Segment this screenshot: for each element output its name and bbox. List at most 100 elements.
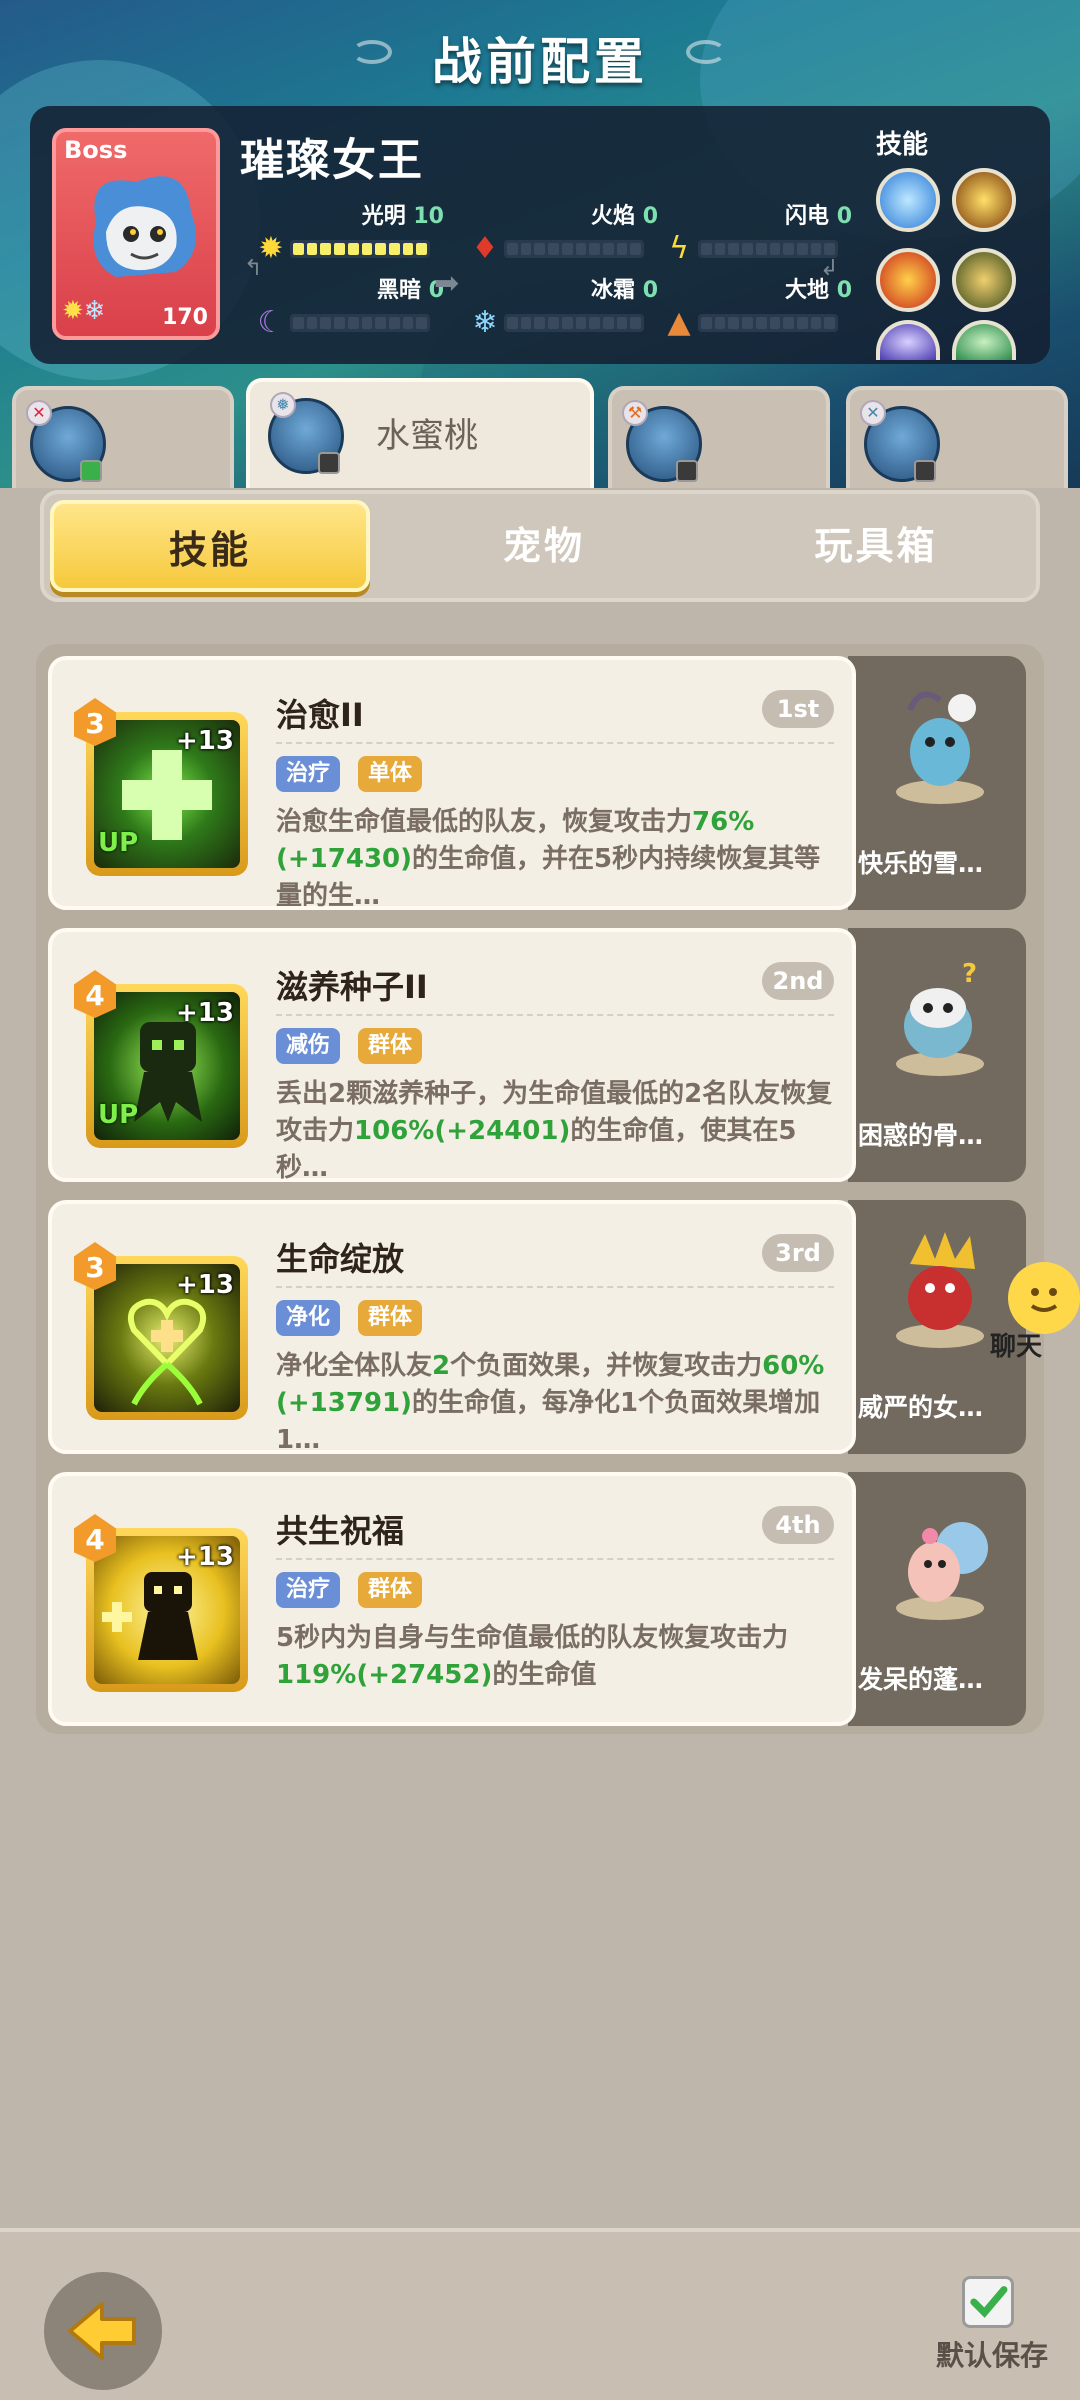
tab-skills[interactable]: 技能: [50, 500, 370, 592]
divider: [276, 742, 834, 744]
chat-label: 聊天: [990, 1332, 1043, 1362]
boss-skill-icon[interactable]: [876, 168, 940, 232]
page-title: 战前配置: [432, 33, 648, 91]
chat-bubble-icon[interactable]: [1008, 1262, 1080, 1334]
boss-info-panel: Boss ✹❄ 170 璀璨女王 光明 10 ✹ 火焰 0 ♦ 闪电 0 ϟ 黑…: [30, 106, 1050, 364]
pet-name: 困惑的骨…: [858, 1121, 984, 1150]
skill-description: 5秒内为自身与生命值最低的队友恢复攻击力119%(+27452)的生命值: [276, 1623, 789, 1690]
skill-rank-badge: 3rd: [762, 1234, 834, 1272]
upgrade-indicator: UP: [98, 828, 139, 858]
attr-dark: 黑暗 0 ☾: [254, 272, 464, 342]
element-badge-icon: ⚒: [622, 400, 648, 426]
skill-level-badge: 4: [74, 1514, 116, 1562]
skill-card[interactable]: 3 +13 UP 治愈II 1st 治疗 单体 治愈生命值最低的队友，恢复攻击力…: [48, 656, 856, 910]
team-slot-1[interactable]: ✕: [12, 386, 234, 490]
skill-row: 快乐的雪… 3 +13 UP 治愈II 1st 治疗 单体 治愈生命值最低的队友…: [48, 656, 1026, 910]
attr-light: 光明 10 ✹: [254, 198, 464, 268]
skill-name: 共生祝福: [276, 1512, 405, 1550]
element-badge-icon: ✕: [860, 400, 886, 426]
skill-row: ? 困惑的骨… 4 +13 UP 滋养种子II 2nd 减伤 群体 丢出2颗滋养…: [48, 928, 1026, 1182]
checkbox-checked-icon: [970, 2286, 1008, 2318]
pet-figure-icon: ?: [896, 959, 984, 1076]
team-slot-4[interactable]: ✕: [846, 386, 1068, 490]
default-save-label: 默认保存: [936, 2339, 1049, 2372]
boss-skill-icon[interactable]: [876, 248, 940, 312]
boss-level: 170: [162, 305, 208, 330]
skill-level-badge: 4: [74, 970, 116, 1018]
attr-frost: 冰霜 0 ❄: [468, 272, 678, 342]
category-tabs: 技能 宠物 玩具箱: [40, 490, 1040, 602]
upgrade-indicator: UP: [98, 1100, 139, 1130]
pet-slot[interactable]: 快乐的雪…: [848, 656, 1026, 910]
skill-name: 滋养种子II: [276, 968, 428, 1006]
skill-rank-badge: 2nd: [762, 962, 834, 1000]
skill-row: 发呆的蓬… 4 +13 共生祝福 4th 治疗 群体 5秒内为自身与生命值最低的…: [48, 1472, 1026, 1726]
skill-description: 治愈生命值最低的队友，恢复攻击力76%(+17430)的生命值，并在5秒内持续恢…: [276, 807, 821, 910]
progress-bar: [698, 240, 838, 258]
boss-name: 璀璨女王: [240, 135, 424, 186]
cancel-badge-icon: ✕: [26, 400, 52, 426]
progress-bar: [290, 314, 430, 332]
fire-icon: ♦: [471, 231, 499, 266]
pet-name: 快乐的雪…: [858, 849, 984, 878]
boss-skill-icon[interactable]: [952, 168, 1016, 232]
back-button[interactable]: [44, 2272, 162, 2390]
skill-description: 净化全体队友2个负面效果，并恢复攻击力60%(+13791)的生命值，每净化1个…: [276, 1351, 825, 1454]
lightning-icon: ϟ: [669, 231, 689, 266]
pet-figure-icon: [896, 691, 984, 804]
progress-bar: [504, 314, 644, 332]
pet-slot[interactable]: ? 困惑的骨…: [848, 928, 1026, 1182]
divider: [276, 1558, 834, 1560]
skill-card[interactable]: 4 +13 共生祝福 4th 治疗 群体 5秒内为自身与生命值最低的队友恢复攻击…: [48, 1472, 856, 1726]
skill-tag: 群体: [358, 1572, 423, 1608]
progress-bar: [290, 240, 430, 258]
boss-skill-icon[interactable]: [952, 248, 1016, 312]
skill-level-badge: 3: [74, 698, 116, 746]
skill-bonus: +13: [176, 998, 234, 1028]
cycle-arrow-icon: ➡: [434, 266, 460, 301]
boss-tag: Boss: [64, 136, 128, 164]
tab-pets[interactable]: 宠物: [384, 494, 704, 598]
tab-toybox[interactable]: 玩具箱: [716, 494, 1036, 598]
moon-icon: ☾: [257, 305, 285, 340]
team-slot-3[interactable]: ⚒: [608, 386, 830, 490]
earth-icon: ▲: [667, 305, 691, 340]
skill-rank-badge: 4th: [762, 1506, 834, 1544]
cycle-arrow-icon: ↰: [244, 256, 263, 281]
pet-name: 发呆的蓬…: [858, 1665, 984, 1694]
attr-lightning: 闪电 0 ϟ: [662, 198, 872, 268]
status-tag-icon: [318, 452, 340, 474]
boss-skill-icon[interactable]: [876, 320, 940, 360]
snowflake-icon: ❄: [472, 305, 498, 340]
skill-bonus: +13: [176, 1270, 234, 1300]
skill-tag: 减伤: [276, 1028, 341, 1064]
skill-name: 治愈II: [276, 696, 364, 734]
element-badge-icon: ❅: [270, 392, 296, 418]
boss-skills-label: 技能: [876, 130, 929, 160]
boss-avatar-icon: [93, 176, 196, 277]
team-slot-2-active[interactable]: ❅ 水蜜桃: [246, 378, 594, 490]
pet-figure-icon: [896, 1522, 988, 1620]
skill-tag: 治疗: [276, 1572, 341, 1608]
skill-tag: 单体: [358, 756, 423, 792]
progress-bar: [504, 240, 644, 258]
skill-card[interactable]: 3 +13 生命绽放 3rd 净化 群体 净化全体队友2个负面效果，并恢复攻击力…: [48, 1200, 856, 1454]
back-arrow-icon: [68, 2302, 136, 2360]
skill-tag: 治疗: [276, 756, 341, 792]
team-selector: ✕ ❅ 水蜜桃 ⚒ ✕: [0, 378, 1080, 490]
boss-portrait[interactable]: Boss ✹❄ 170: [52, 128, 220, 340]
boss-skill-icon[interactable]: [952, 320, 1016, 360]
skill-card[interactable]: 4 +13 UP 滋养种子II 2nd 减伤 群体 丢出2颗滋养种子，为生命值最…: [48, 928, 856, 1182]
pet-slot[interactable]: 发呆的蓬…: [848, 1472, 1026, 1726]
divider: [276, 1286, 834, 1288]
pet-name: 威严的女…: [858, 1393, 984, 1422]
boss-header-area: 战前配置 Boss ✹❄ 170 璀璨女王 光明 10 ✹ 火焰 0 ♦ 闪电 …: [0, 0, 1080, 490]
pet-figure-icon: [896, 1232, 984, 1348]
attr-fire: 火焰 0 ♦: [468, 198, 678, 268]
status-tag-icon: [914, 460, 936, 482]
skill-row: 威严的女… 3 +13 生命绽放 3rd 净化 群体 净化全体队友2个负面效果，…: [48, 1200, 1026, 1454]
default-save-checkbox[interactable]: [962, 2276, 1014, 2328]
status-tag-icon: [676, 460, 698, 482]
skill-description: 丢出2颗滋养种子，为生命值最低的2名队友恢复攻击力106%(+24401)的生命…: [276, 1079, 833, 1182]
divider: [276, 1014, 834, 1016]
